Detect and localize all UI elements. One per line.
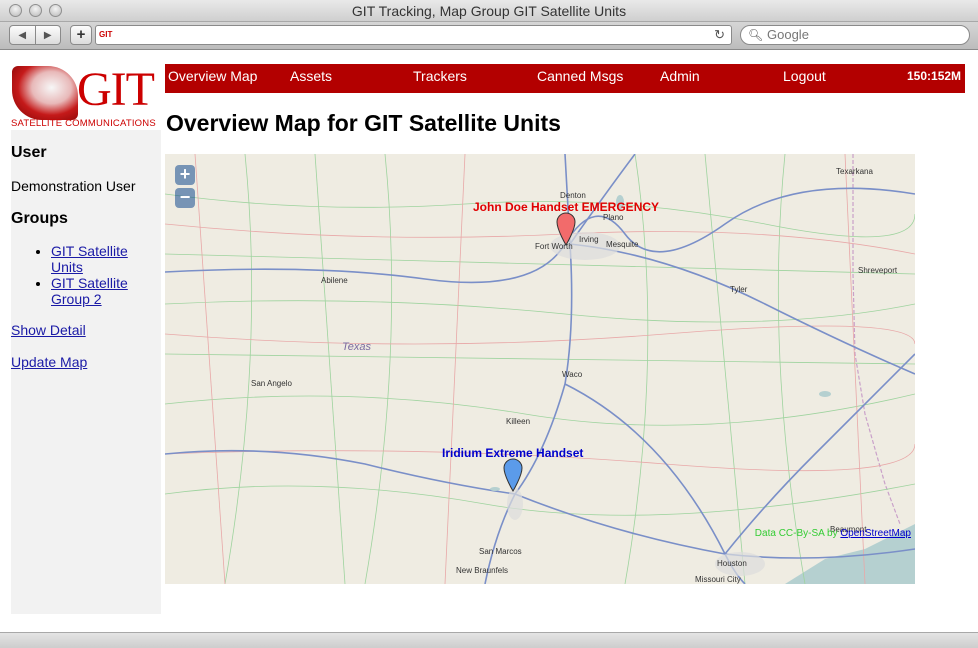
- window-title: GIT Tracking, Map Group GIT Satellite Un…: [351, 3, 627, 19]
- city-label: Killeen: [506, 417, 531, 426]
- search-field[interactable]: 🔍︎ Google: [740, 25, 970, 45]
- city-label: Waco: [562, 370, 583, 379]
- map-attribution: Data CC-By-SA by OpenStreetMap: [755, 528, 911, 539]
- groups-list: GIT Satellite Units GIT Satellite Group …: [35, 243, 155, 307]
- logo-tagline: SATELLITE COMMUNICATIONS: [11, 118, 156, 129]
- logo-globe-icon: [12, 66, 78, 120]
- overview-map[interactable]: + − Texas Denton Plano Texarkana Fort Wo…: [165, 154, 915, 584]
- site-favicon-icon: GIT: [99, 30, 113, 39]
- search-placeholder: Google: [767, 27, 809, 42]
- search-icon: 🔍︎: [748, 28, 764, 42]
- map-marker-pin-icon[interactable]: [503, 458, 523, 492]
- city-label: Mesquite: [606, 240, 639, 249]
- history-buttons: ◀ ▶: [9, 25, 61, 45]
- forward-arrow-icon[interactable]: ▶: [34, 26, 61, 44]
- city-label: New Braunfels: [456, 566, 509, 575]
- zoom-in-button[interactable]: +: [175, 165, 195, 185]
- browser-toolbar: ◀ ▶ + GIT ↻ 🔍︎ Google: [0, 22, 978, 50]
- city-label: Houston: [717, 559, 747, 568]
- nav-canned-msgs[interactable]: Canned Msgs: [537, 68, 623, 84]
- page-title: Overview Map for GIT Satellite Units: [166, 110, 561, 136]
- list-item: GIT Satellite Units: [51, 243, 155, 275]
- region-label: Texas: [342, 341, 371, 353]
- window-titlebar: GIT Tracking, Map Group GIT Satellite Un…: [0, 0, 978, 22]
- group-link-git-satellite-group-2[interactable]: GIT Satellite Group 2: [51, 275, 128, 307]
- browser-statusbar: [0, 632, 978, 648]
- zoom-out-button[interactable]: −: [175, 188, 195, 208]
- nav-trackers[interactable]: Trackers: [413, 68, 467, 84]
- city-label: San Marcos: [479, 547, 522, 556]
- group-link-git-satellite-units[interactable]: GIT Satellite Units: [51, 243, 128, 275]
- map-marker-pin-icon[interactable]: [556, 212, 576, 246]
- top-navigation: Overview Map Assets Trackers Canned Msgs…: [165, 64, 965, 93]
- clock-display: 150:152M: [907, 69, 962, 83]
- user-name: Demonstration User: [11, 178, 136, 194]
- city-label: Denton: [560, 191, 586, 200]
- add-bookmark-button[interactable]: +: [70, 25, 92, 45]
- nav-assets[interactable]: Assets: [290, 68, 332, 84]
- git-logo: GIT SATELLITE COMMUNICATIONS: [11, 63, 161, 130]
- attribution-text: Data CC-By-SA by: [754, 528, 838, 539]
- nav-overview-map[interactable]: Overview Map: [168, 68, 257, 84]
- city-label: Plano: [603, 213, 624, 222]
- list-item: GIT Satellite Group 2: [51, 275, 155, 307]
- nav-logout[interactable]: Logout: [783, 68, 826, 84]
- address-bar[interactable]: GIT ↻: [95, 25, 732, 45]
- update-map-link[interactable]: Update Map: [11, 354, 87, 370]
- city-label: Shreveport: [858, 266, 898, 275]
- city-label: Irving: [579, 235, 599, 244]
- city-label: Tyler: [730, 285, 748, 294]
- city-label: Abilene: [321, 276, 348, 285]
- city-label: Texarkana: [836, 167, 873, 176]
- user-heading: User: [11, 144, 47, 161]
- groups-heading: Groups: [11, 210, 68, 227]
- openstreetmap-link[interactable]: OpenStreetMap: [840, 528, 911, 539]
- city-label: San Angelo: [251, 379, 292, 388]
- reload-icon[interactable]: ↻: [714, 27, 725, 43]
- back-arrow-icon[interactable]: ◀: [10, 26, 35, 44]
- city-label: Missouri City: [695, 575, 741, 584]
- nav-admin[interactable]: Admin: [660, 68, 700, 84]
- map-tiles: [165, 154, 915, 584]
- logo-wordmark: GIT: [77, 63, 155, 116]
- show-detail-link[interactable]: Show Detail: [11, 322, 86, 338]
